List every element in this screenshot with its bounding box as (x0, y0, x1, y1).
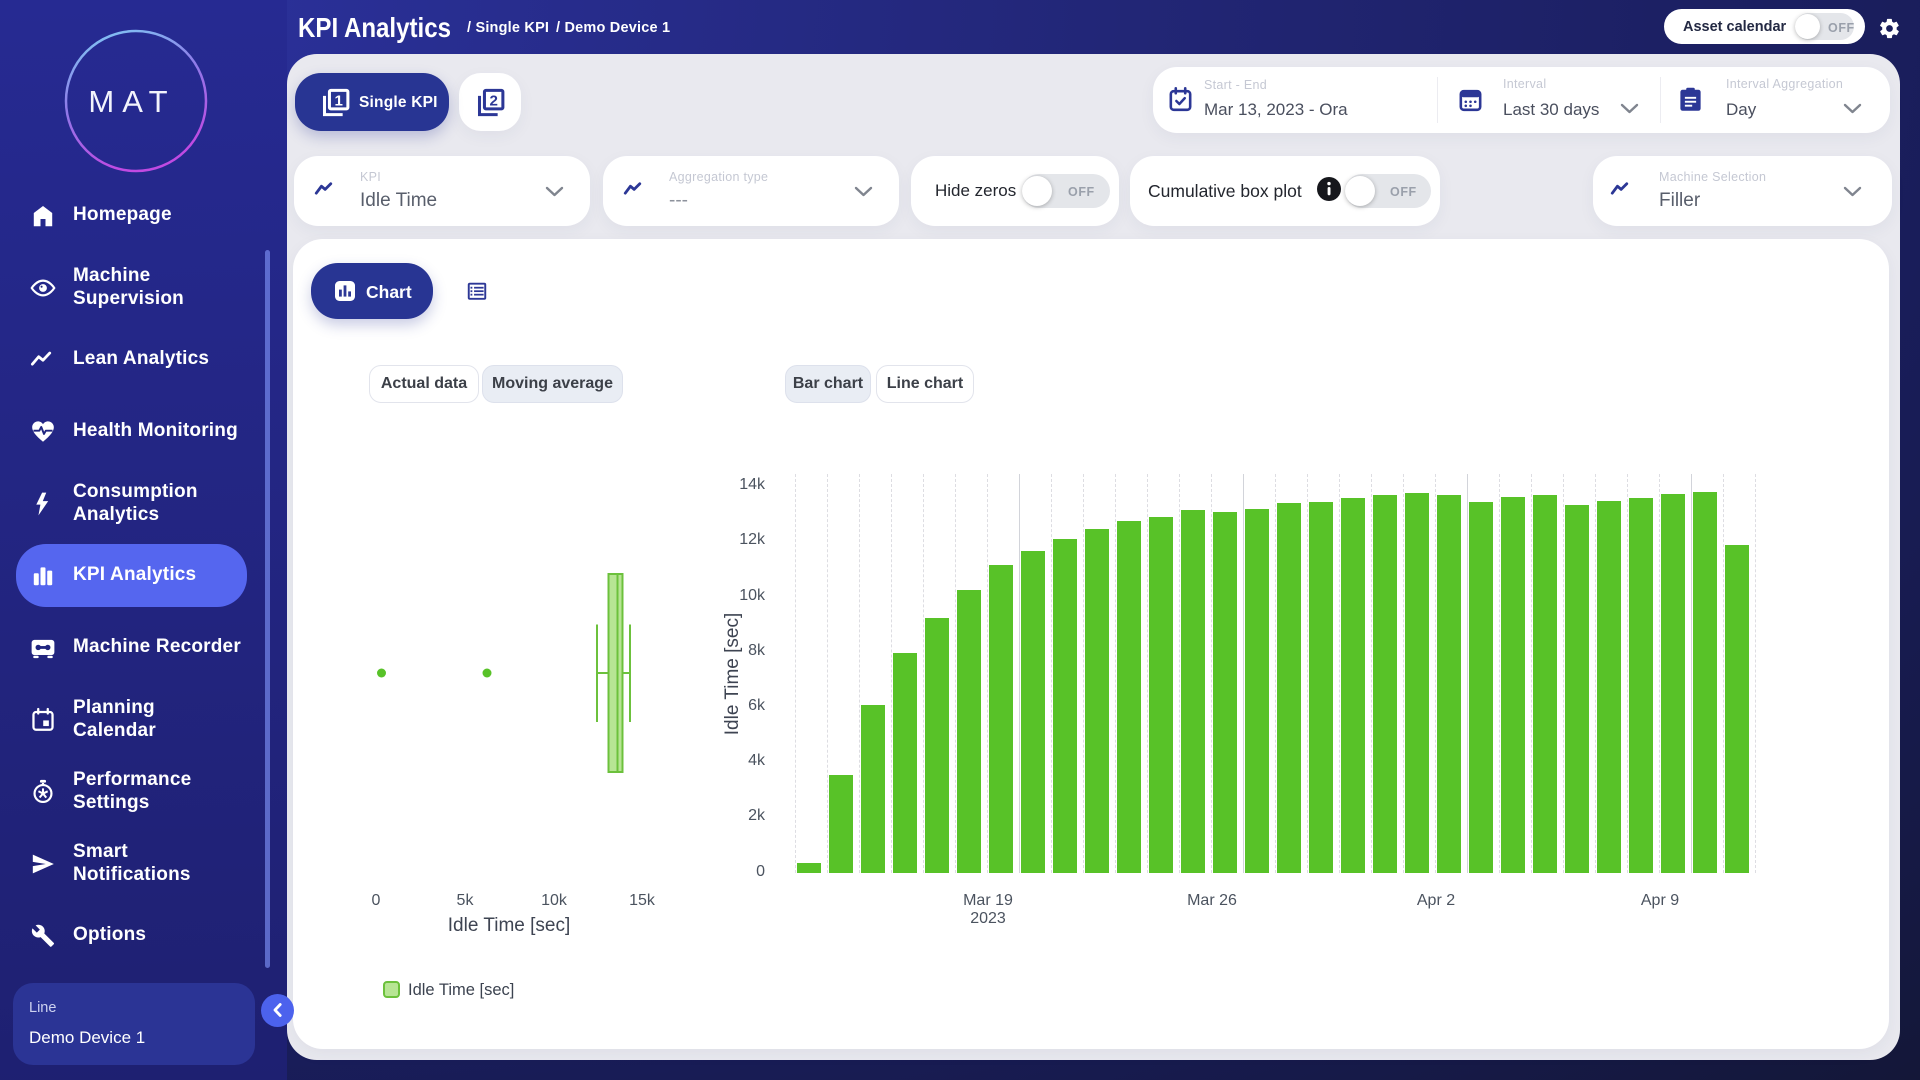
svg-text:MAT: MAT (88, 84, 175, 119)
svg-text:2: 2 (489, 92, 497, 109)
svg-text:1: 1 (334, 92, 342, 109)
